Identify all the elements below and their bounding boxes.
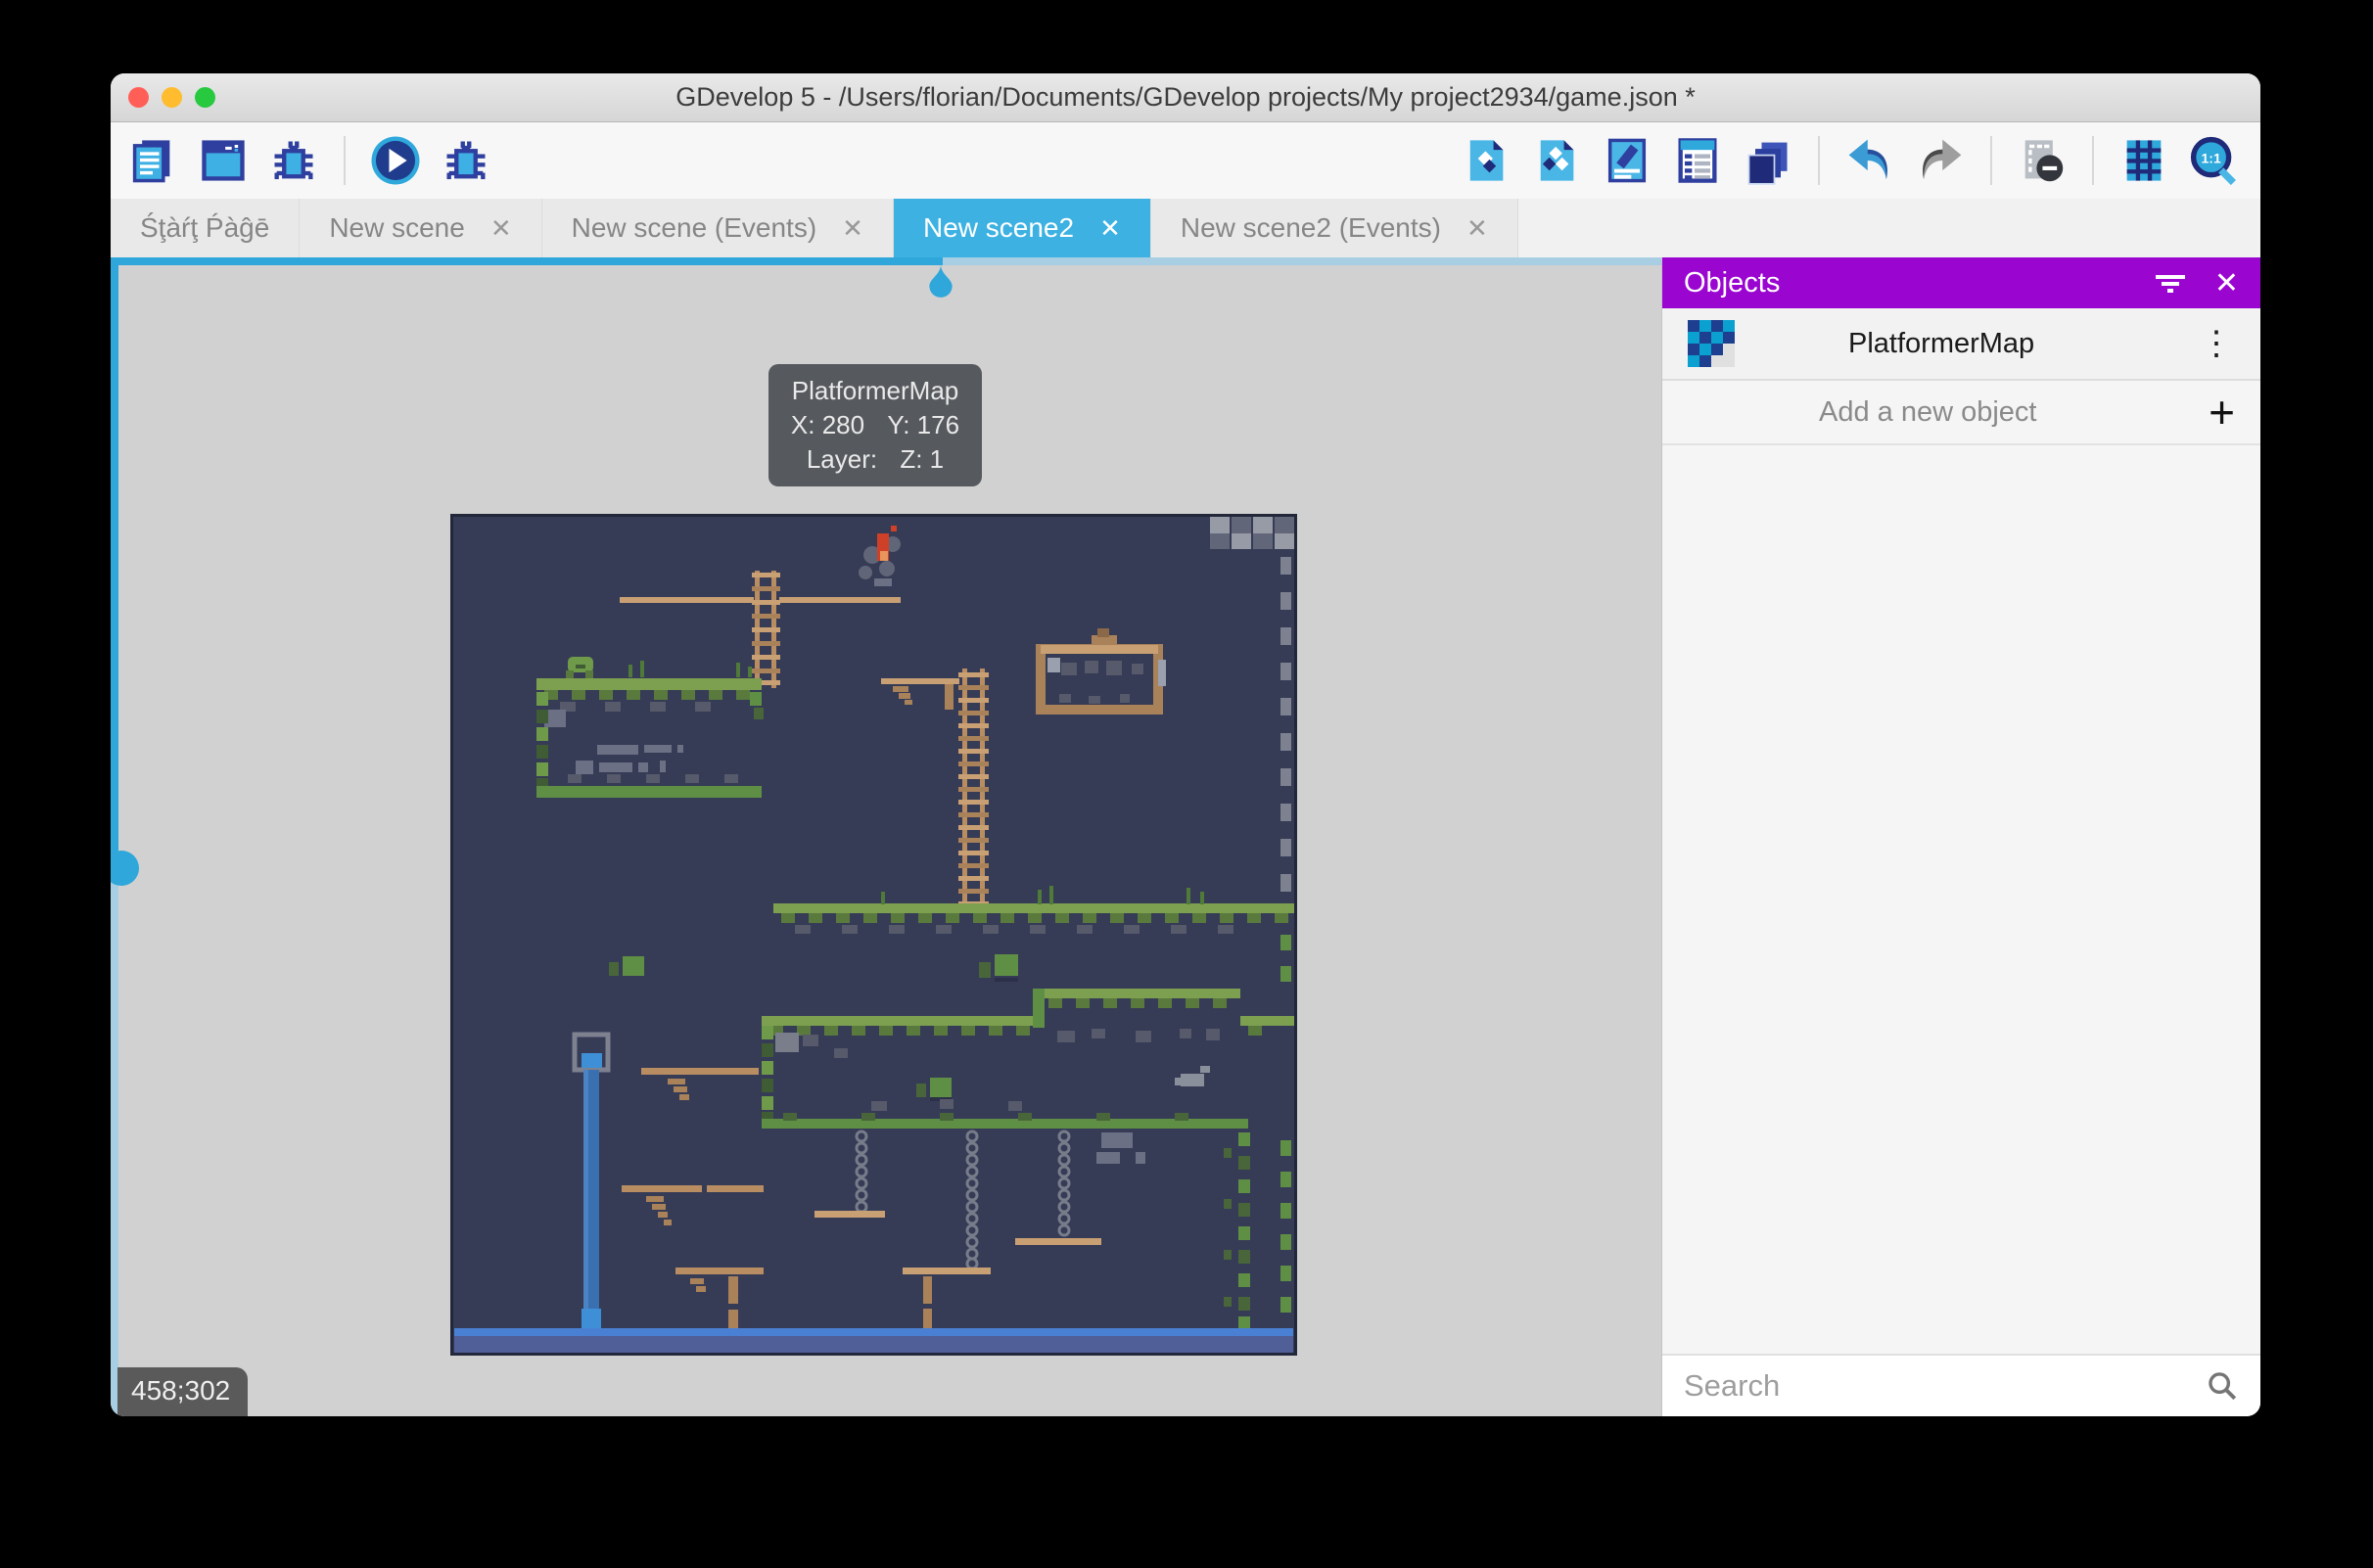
object-list-item[interactable]: PlatformerMap ⋮ bbox=[1662, 308, 2260, 381]
title-bar[interactable]: GDevelop 5 - /Users/florian/Documents/GD… bbox=[111, 73, 2260, 122]
properties-button[interactable] bbox=[1599, 132, 1655, 189]
tab-new-scene2-events[interactable]: New scene2 (Events) ✕ bbox=[1151, 199, 1518, 257]
screen: GDevelop 5 - /Users/florian/Documents/GD… bbox=[0, 0, 2373, 1568]
launch-preview-button[interactable] bbox=[367, 132, 424, 189]
tooltip-object-name: PlatformerMap bbox=[792, 376, 959, 405]
objects-panel-empty-space bbox=[1662, 445, 2260, 1354]
horizontal-scrollbar[interactable] bbox=[111, 257, 1661, 265]
vertical-scrollbar-handle[interactable] bbox=[111, 851, 139, 886]
svg-text:1:1: 1:1 bbox=[2202, 150, 2221, 165]
editor-tabs: Śţàŕţ Ṕàĝē New scene ✕ New scene (Events… bbox=[111, 199, 2260, 257]
play-icon bbox=[368, 133, 423, 188]
tooltip-z: Z: 1 bbox=[900, 444, 944, 474]
platformer-map-instance[interactable] bbox=[450, 514, 1297, 1356]
instances-list-icon bbox=[1672, 135, 1723, 186]
tab-new-scene[interactable]: New scene ✕ bbox=[300, 199, 541, 257]
zoom-1-1-icon: 1:1 bbox=[2188, 134, 2241, 187]
properties-pencil-icon bbox=[1602, 135, 1652, 186]
scene-canvas[interactable]: PlatformerMap X: 280 Y: 176 Layer: Z: 1 … bbox=[111, 257, 1661, 1416]
horizontal-scrollbar-handle[interactable] bbox=[925, 264, 956, 304]
window-title: GDevelop 5 - /Users/florian/Documents/GD… bbox=[111, 82, 2260, 113]
platformer-map-pixelart bbox=[450, 514, 1297, 1356]
object-groups-button[interactable] bbox=[1528, 132, 1585, 189]
project-manager-button[interactable] bbox=[124, 132, 181, 189]
gdevelop-window: GDevelop 5 - /Users/florian/Documents/GD… bbox=[111, 73, 2260, 1416]
debugger-bug-icon bbox=[268, 135, 319, 186]
zoom-original-button[interactable]: 1:1 bbox=[2186, 132, 2243, 189]
grid-icon bbox=[2118, 135, 2169, 186]
tab-label: New scene2 (Events) bbox=[1181, 212, 1441, 244]
objects-list-button[interactable] bbox=[1458, 132, 1514, 189]
tab-close-icon[interactable]: ✕ bbox=[842, 215, 863, 241]
object-name: PlatformerMap bbox=[1848, 328, 2200, 360]
search-icon[interactable] bbox=[2206, 1369, 2239, 1403]
debugger-button[interactable] bbox=[265, 132, 322, 189]
objects-search-bar bbox=[1662, 1354, 2260, 1416]
tab-close-icon[interactable]: ✕ bbox=[1099, 215, 1121, 241]
window-mask-icon bbox=[2017, 135, 2068, 186]
add-object-plus-icon: + bbox=[2209, 390, 2235, 435]
tab-new-scene2[interactable]: New scene2 ✕ bbox=[894, 199, 1151, 257]
toggle-window-mask-button[interactable] bbox=[2014, 132, 2071, 189]
vertical-scrollbar[interactable] bbox=[111, 265, 118, 1416]
cursor-position-badge: 458;302 bbox=[117, 1367, 248, 1416]
toggle-grid-button[interactable] bbox=[2116, 132, 2172, 189]
close-panel-icon[interactable]: ✕ bbox=[2214, 266, 2239, 300]
toolbar-separator bbox=[1818, 136, 1820, 185]
toolbar-separator bbox=[1990, 136, 1992, 185]
tab-label: New scene (Events) bbox=[572, 212, 817, 244]
objects-panel: Objects ✕ bbox=[1661, 257, 2260, 1416]
tab-close-icon[interactable]: ✕ bbox=[1466, 215, 1488, 241]
object-groups-icon bbox=[1531, 135, 1582, 186]
objects-panel-header: Objects ✕ bbox=[1662, 257, 2260, 308]
redo-button[interactable] bbox=[1912, 132, 1969, 189]
tab-start-page[interactable]: Śţàŕţ Ṕàĝē bbox=[111, 199, 300, 257]
debug-preview-button[interactable] bbox=[438, 132, 494, 189]
objects-search-input[interactable] bbox=[1684, 1368, 2206, 1404]
instance-tooltip: PlatformerMap X: 280 Y: 176 Layer: Z: 1 bbox=[768, 364, 982, 486]
instances-list-button[interactable] bbox=[1669, 132, 1726, 189]
layers-button[interactable] bbox=[1740, 132, 1796, 189]
redo-icon bbox=[1914, 134, 1967, 187]
toolbar-separator bbox=[2092, 136, 2094, 185]
objects-panel-title: Objects bbox=[1684, 267, 2126, 300]
debug-bug-icon bbox=[441, 135, 491, 186]
undo-icon bbox=[1843, 134, 1896, 187]
main-toolbar: 1:1 bbox=[111, 122, 2260, 199]
add-object-label: Add a new object bbox=[1819, 396, 2209, 429]
scene-window-icon bbox=[198, 135, 249, 186]
object-menu-icon[interactable]: ⋮ bbox=[2200, 324, 2233, 363]
tab-label: Śţàŕţ Ṕàĝē bbox=[140, 212, 269, 244]
layers-icon bbox=[1743, 135, 1793, 186]
scene-editor-button[interactable] bbox=[195, 132, 252, 189]
toolbar-separator bbox=[344, 136, 346, 185]
filter-icon[interactable] bbox=[2154, 269, 2187, 297]
objects-list-icon bbox=[1461, 135, 1512, 186]
tab-close-icon[interactable]: ✕ bbox=[490, 215, 512, 241]
tab-new-scene-events[interactable]: New scene (Events) ✕ bbox=[542, 199, 894, 257]
undo-button[interactable] bbox=[1841, 132, 1898, 189]
tab-label: New scene bbox=[329, 212, 465, 244]
tooltip-layer: Layer: bbox=[807, 444, 877, 474]
tooltip-y: Y: 176 bbox=[887, 410, 959, 439]
project-manager-icon bbox=[127, 135, 178, 186]
add-object-row[interactable]: Add a new object + bbox=[1662, 381, 2260, 445]
object-thumbnail bbox=[1688, 320, 1735, 367]
tab-label: New scene2 bbox=[923, 212, 1074, 244]
tooltip-x: X: 280 bbox=[791, 410, 864, 439]
